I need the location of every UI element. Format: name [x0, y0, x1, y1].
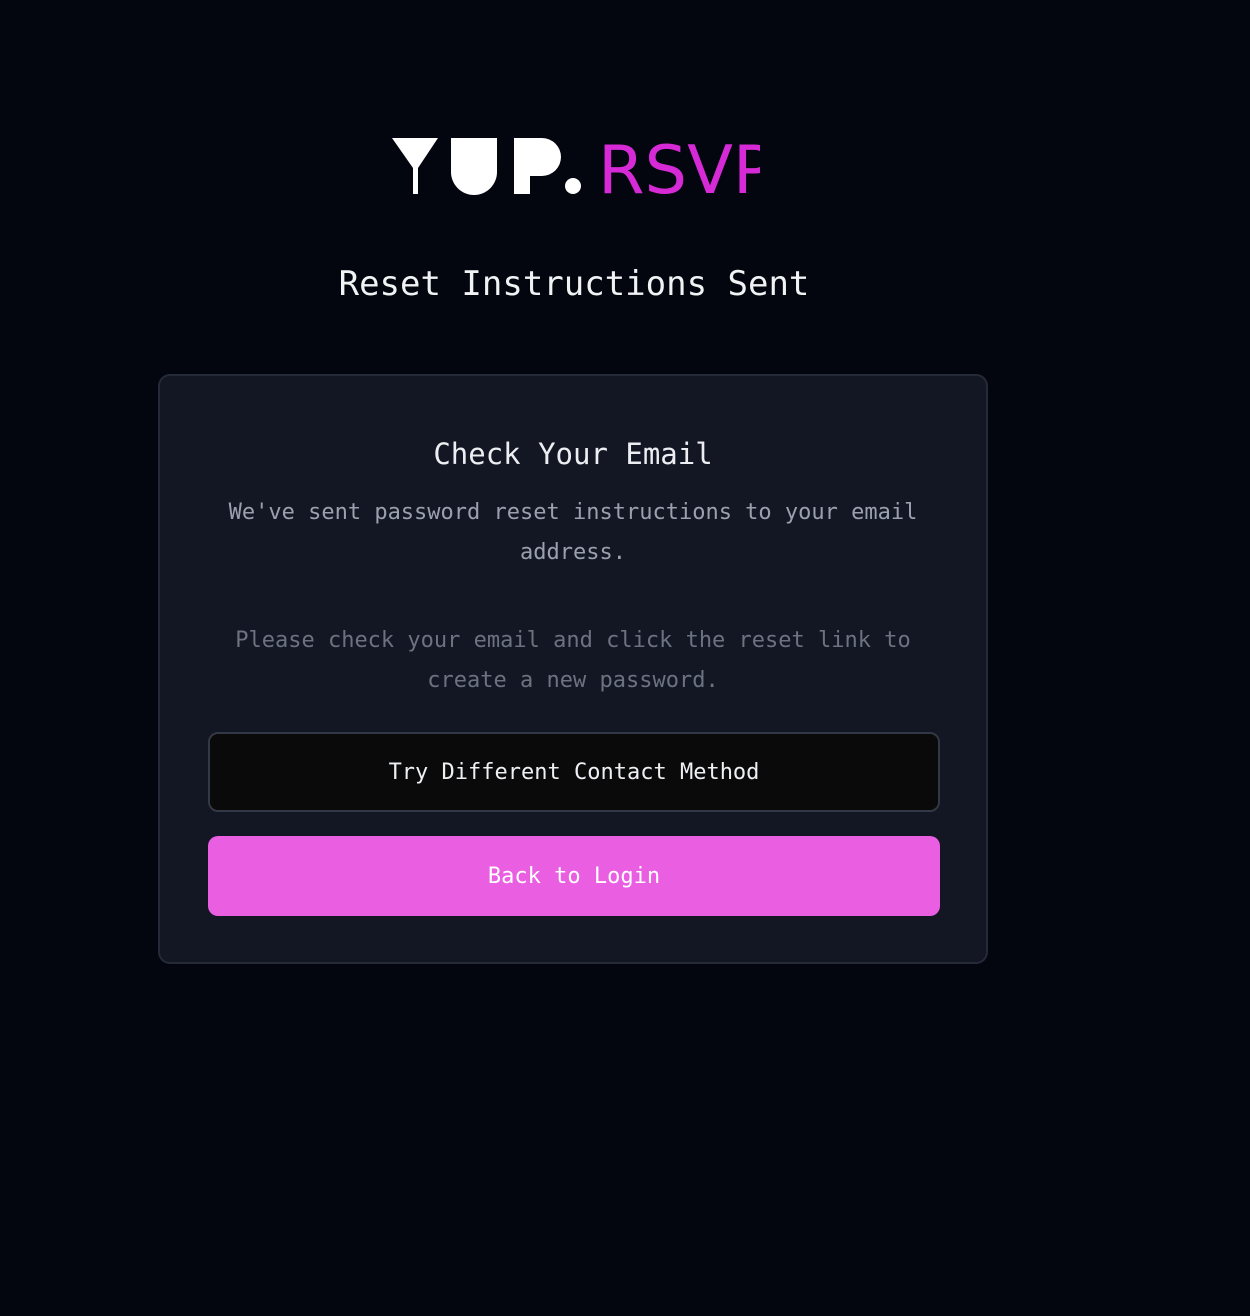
card-title: Check Your Email	[433, 437, 713, 471]
logo-rsvp-text: RSVP	[598, 134, 760, 200]
logo-graphic: RSVP	[392, 134, 760, 200]
logo-dot	[565, 178, 581, 194]
logo-letter-u	[451, 138, 497, 195]
logo-letter-p	[514, 138, 561, 194]
try-different-contact-method-button[interactable]: Try Different Contact Method	[208, 732, 940, 812]
logo-letter-y	[392, 138, 438, 194]
brand-logo: RSVP	[390, 134, 760, 200]
page-title: Reset Instructions Sent	[338, 264, 810, 304]
reset-confirmation-card: Check Your Email We've sent password res…	[158, 374, 988, 964]
reset-sent-message: We've sent password reset instructions t…	[228, 500, 918, 565]
back-to-login-button[interactable]: Back to Login	[208, 836, 940, 916]
reset-instructions-text: Please check your email and click the re…	[235, 628, 911, 693]
